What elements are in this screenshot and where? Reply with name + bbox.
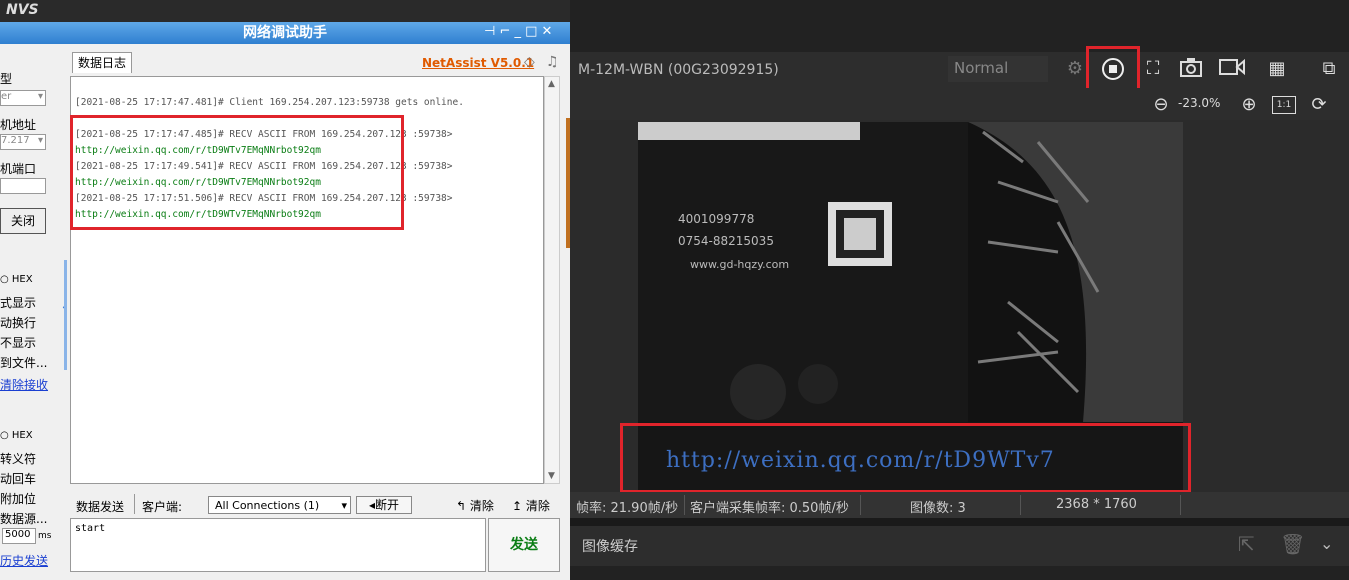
client-fps-text: 客户端采集帧率: 0.50帧/秒	[690, 501, 849, 516]
image-phone-1: 4001099778	[678, 212, 755, 226]
connection-value: All Connections (1)	[215, 499, 320, 512]
image-cache-bar: 图像缓存 ⇱ 🗑 ⌄	[570, 526, 1349, 566]
tx-option-auto-cr[interactable]: 动回车	[0, 470, 36, 487]
status-divider	[860, 495, 861, 515]
captured-image-graphic	[638, 122, 1183, 422]
record-icon[interactable]	[1218, 56, 1245, 82]
rx-option-save-file[interactable]: 到文件...	[0, 354, 47, 371]
host-address-value: 7.217	[1, 135, 30, 146]
tx-option-escape[interactable]: 转义符	[0, 450, 36, 467]
zoom-value: -23.0%	[1178, 96, 1221, 110]
export-icon[interactable]: ⇱	[1238, 532, 1255, 556]
image-count-text: 图像数: 3	[910, 501, 966, 516]
camera-top-bar	[570, 0, 1349, 52]
connection-select[interactable]: All Connections (1) ▾	[208, 496, 351, 514]
image-cache-label: 图像缓存	[582, 539, 638, 555]
chevron-down-icon: ▾	[341, 499, 347, 512]
disconnect-label: 断开	[375, 498, 400, 512]
url-highlight-box	[620, 423, 1191, 493]
app-logo: NVS	[6, 2, 39, 18]
client-label: 客户端:	[142, 500, 183, 514]
hex-label: HEX	[11, 430, 33, 441]
scroll-down-icon[interactable]: ▼	[548, 471, 555, 481]
grid-icon[interactable]: ▦	[1264, 56, 1290, 82]
log-line: [2021-08-25 17:17:47.481]# Client 169.25…	[75, 97, 464, 108]
side-label: 机地址	[0, 118, 37, 132]
camera-snapshot-icon[interactable]	[1178, 56, 1204, 82]
tx-option-data-source[interactable]: 数据源...	[0, 510, 47, 527]
clear-label: 清除	[469, 499, 494, 513]
video-camera-icon	[1219, 58, 1245, 76]
clear-send-button[interactable]: ↰ 清除	[456, 497, 494, 514]
image-phone-2: 0754-88215035	[678, 234, 774, 248]
side-label: 机端口	[0, 162, 37, 176]
rx-option-hide[interactable]: 不显示	[0, 334, 36, 351]
chevron-down-icon: ▾	[37, 135, 43, 146]
clear-history-button[interactable]: ↥ 清除	[512, 497, 550, 514]
diamond-icon[interactable]: ◇	[524, 54, 535, 70]
resolution-text: 2368 * 1760	[1056, 497, 1137, 512]
toolbar-divider	[134, 494, 135, 514]
status-bar: 帧率: 21.90帧/秒 客户端采集帧率: 0.50帧/秒 图像数: 3 236…	[570, 492, 1349, 518]
port-input[interactable]	[0, 178, 46, 194]
auto-trigger-icon[interactable]: ⚙	[1062, 56, 1088, 82]
image-website: www.gd-hqzy.com	[690, 258, 790, 271]
fullscreen-icon[interactable]: ⛶	[1140, 56, 1166, 82]
brand-link[interactable]: NetAssist V5.0.1	[422, 56, 534, 70]
protocol-value: er	[1, 91, 12, 102]
history-send-link[interactable]: 历史发送	[0, 552, 48, 569]
scroll-up-icon[interactable]: ▲	[548, 79, 555, 89]
interval-input[interactable]: 5000	[2, 528, 36, 544]
window-edge-accent	[566, 118, 570, 248]
send-input[interactable]: start	[70, 518, 486, 572]
status-divider	[1020, 495, 1021, 515]
clear-up-icon: ↥	[512, 499, 526, 513]
bell-icon[interactable]: ♫	[546, 54, 559, 70]
fps-text: 帧率: 21.90帧/秒	[576, 501, 679, 516]
close-connection-button[interactable]: 关闭	[0, 208, 46, 234]
splitter[interactable]	[64, 260, 67, 370]
protocol-select[interactable]: er ▾	[0, 90, 46, 106]
rotate-icon[interactable]: ⟳	[1306, 92, 1332, 118]
window-controls[interactable]: ⊣ ⌐ _ □ ✕	[484, 24, 552, 39]
log-scrollbar[interactable]: ▲ ▼	[544, 76, 560, 484]
camera-device-name: M-12M-WBN (00G23092915)	[578, 62, 779, 78]
tab-data-log[interactable]: 数据日志	[72, 52, 132, 73]
mode-select[interactable]: Normal	[948, 56, 1048, 82]
clear-receive-link[interactable]: 清除接收	[0, 376, 48, 393]
pip-icon[interactable]: ⧉	[1316, 56, 1342, 82]
rx-hex-radio[interactable]: ○ HEX	[0, 274, 33, 285]
camera-icon	[1180, 58, 1202, 77]
send-button[interactable]: 发送	[488, 518, 560, 572]
log-highlight-box	[70, 115, 404, 230]
zoom-in-icon[interactable]: ⊕	[1236, 92, 1262, 118]
disconnect-button[interactable]: ◂断开	[356, 496, 412, 514]
settings-sidebar: 型 er ▾ 机地址 7.217 ▾ 机端口 关闭 ○ HEX 式显示 动换行 不显…	[0, 46, 62, 580]
zoom-toolbar	[570, 88, 1349, 120]
side-label: 型	[0, 72, 13, 86]
clear-arrow-icon: ↰	[456, 499, 470, 513]
rx-option-auto-newline[interactable]: 动换行	[0, 314, 36, 331]
host-address-select[interactable]: 7.217 ▾	[0, 134, 46, 150]
chevron-down-icon: ▾	[37, 91, 43, 102]
camera-image	[638, 122, 1183, 422]
tab-data-send[interactable]: 数据发送	[76, 498, 124, 515]
camera-bottom-edge	[570, 566, 1349, 580]
rx-option-log-display[interactable]: 式显示	[0, 294, 36, 311]
status-divider	[1180, 495, 1181, 515]
background-app-bar: NVS	[0, 0, 570, 22]
tx-hex-radio[interactable]: ○ HEX	[0, 430, 33, 441]
status-divider	[684, 495, 685, 515]
hex-label: HEX	[11, 274, 33, 285]
trash-icon[interactable]: 🗑	[1280, 532, 1305, 556]
actual-size-icon[interactable]: 1:1	[1272, 96, 1296, 114]
interval-unit: ms	[38, 531, 52, 541]
clear-label: 清除	[525, 499, 550, 513]
zoom-out-icon[interactable]: ⊖	[1148, 92, 1174, 118]
chevron-down-icon[interactable]: ⌄	[1320, 534, 1333, 553]
tx-option-append[interactable]: 附加位	[0, 490, 36, 507]
